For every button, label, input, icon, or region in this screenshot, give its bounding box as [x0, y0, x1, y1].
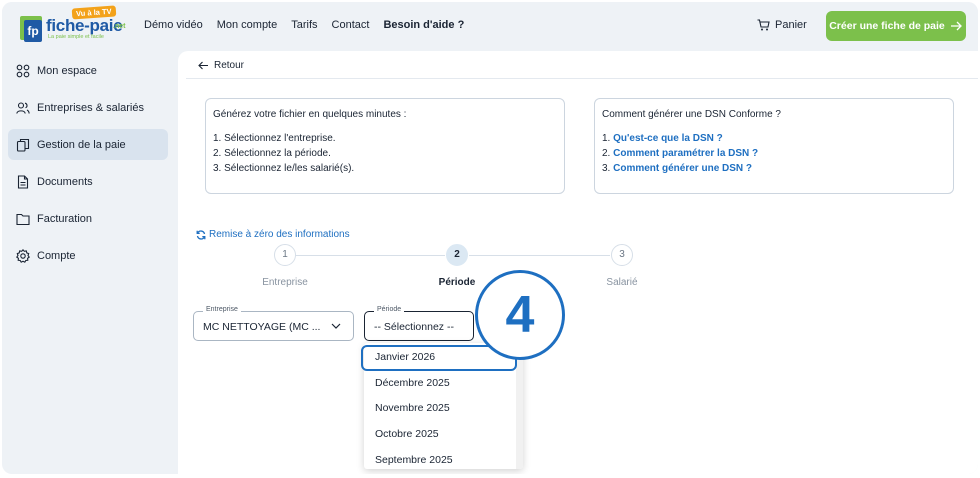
dsn-help-number: 1. — [602, 133, 611, 144]
back-label: Retour — [214, 60, 245, 71]
reset-link[interactable]: Remise à zéro des informations — [196, 229, 350, 240]
dsn-help-item: 2. Comment paramétrer la DSN ? — [602, 146, 946, 161]
gear-icon — [16, 248, 30, 263]
sidebar-item-gestion-paie[interactable]: Gestion de la paie — [8, 129, 168, 160]
nav-tarifs[interactable]: Tarifs — [291, 19, 317, 31]
nav-help[interactable]: Besoin d'aide ? — [383, 19, 464, 31]
main-nav: Démo vidéo Mon compte Tarifs Contact Bes… — [144, 19, 464, 31]
brand-logo[interactable]: fp fiche-paie .net Vu à la TV La paie si… — [20, 5, 128, 42]
sidebar-item-label: Gestion de la paie — [37, 138, 126, 151]
sidebar-item-label: Documents — [37, 175, 93, 188]
sidebar: Mon espace Entreprises & salariés Gestio… — [2, 49, 178, 474]
company-select-value: MC NETTOYAGE (MC ... — [203, 321, 321, 333]
arrow-right-icon — [950, 21, 962, 31]
nav-demo-video[interactable]: Démo vidéo — [144, 19, 203, 31]
instruction-step: 2. Sélectionnez la période. — [213, 148, 331, 159]
cart-link[interactable]: Panier — [757, 19, 807, 31]
dsn-help-number: 3. — [602, 163, 611, 174]
app-frame: fp fiche-paie .net Vu à la TV La paie si… — [2, 2, 978, 474]
arrow-left-icon — [198, 61, 208, 70]
create-payslip-button[interactable]: Créer une fiche de paie — [826, 11, 966, 41]
dsn-help-item: 1. Qu'est-ce que la DSN ? — [602, 131, 946, 146]
create-payslip-label: Créer une fiche de paie — [829, 20, 945, 32]
instruction-step: 1. Sélectionnez l'entreprise. — [213, 133, 336, 144]
logo-monogram: fp — [24, 20, 42, 42]
dsn-help-title: Comment générer une DSN Conforme ? — [602, 109, 781, 120]
logo-name: fiche-paie — [46, 16, 123, 35]
step-number-badge: 4 — [475, 270, 565, 360]
dsn-help-link-configure[interactable]: Comment paramétrer la DSN ? — [613, 148, 758, 159]
company-select[interactable]: Entreprise MC NETTOYAGE (MC ... — [193, 306, 354, 341]
instruction-step: 3. Sélectionnez le/les salarié(s). — [213, 163, 355, 174]
instructions-title: Générez votre fichier en quelques minute… — [213, 109, 407, 120]
cart-label: Panier — [775, 19, 807, 31]
cart-icon — [757, 19, 770, 31]
dropdown-scrollbar[interactable] — [516, 343, 523, 469]
main-panel: Retour Générez votre fichier en quelques… — [178, 51, 978, 474]
stepper-step-1: 1 — [274, 244, 296, 266]
header-divider — [186, 78, 978, 79]
period-option[interactable]: Octobre 2025 — [375, 428, 439, 440]
period-option[interactable]: Novembre 2025 — [375, 402, 450, 414]
sidebar-item-label: Mon espace — [37, 64, 97, 77]
copy-icon — [16, 138, 30, 152]
sidebar-item-mon-espace[interactable]: Mon espace — [8, 55, 168, 86]
instructions-card: Générez votre fichier en quelques minute… — [205, 98, 565, 194]
top-bar: fp fiche-paie .net Vu à la TV La paie si… — [2, 2, 978, 49]
sidebar-item-label: Entreprises & salariés — [37, 101, 144, 114]
sidebar-item-label: Facturation — [37, 212, 93, 225]
nav-mon-compte[interactable]: Mon compte — [217, 19, 278, 31]
sidebar-item-label: Compte — [37, 249, 76, 262]
period-select-value: -- Sélectionnez -- — [374, 321, 454, 333]
file-icon — [17, 174, 29, 189]
sidebar-item-facturation[interactable]: Facturation — [8, 203, 168, 234]
dsn-help-card: Comment générer une DSN Conforme ? 1. Qu… — [594, 98, 954, 194]
company-select-legend: Entreprise — [203, 306, 241, 313]
dsn-help-number: 2. — [602, 148, 611, 159]
stepper-line — [295, 255, 445, 256]
back-link[interactable]: Retour — [198, 60, 244, 71]
grid-icon — [16, 64, 30, 77]
folder-icon — [16, 213, 30, 225]
refresh-icon — [196, 229, 206, 240]
sidebar-item-entreprises[interactable]: Entreprises & salariés — [8, 92, 168, 123]
stepper-step-2: 2 — [446, 244, 468, 266]
period-select-legend: Période — [374, 306, 405, 313]
dsn-help-item: 3. Comment générer une DSN ? — [602, 161, 946, 176]
period-option[interactable]: Septembre 2025 — [375, 454, 453, 466]
sidebar-item-compte[interactable]: Compte — [8, 240, 168, 271]
dsn-help-link-generate[interactable]: Comment générer une DSN ? — [613, 163, 752, 174]
stepper-step-3: 3 — [611, 244, 633, 266]
period-select[interactable]: Période -- Sélectionnez -- — [364, 306, 474, 341]
nav-contact[interactable]: Contact — [332, 19, 370, 31]
stepper-label-salarie: Salarié — [606, 277, 638, 288]
period-option[interactable]: Décembre 2025 — [375, 377, 450, 389]
users-icon — [16, 101, 30, 114]
stepper-label-entreprise: Entreprise — [262, 277, 308, 288]
sidebar-item-documents[interactable]: Documents — [8, 166, 168, 197]
dsn-help-link-what[interactable]: Qu'est-ce que la DSN ? — [613, 133, 723, 144]
logo-suffix: .net — [113, 23, 126, 30]
chevron-down-icon — [331, 323, 341, 329]
reset-label: Remise à zéro des informations — [209, 229, 350, 240]
logo-tagline: La paie simple et facile — [48, 34, 104, 40]
stepper-line — [469, 255, 610, 256]
